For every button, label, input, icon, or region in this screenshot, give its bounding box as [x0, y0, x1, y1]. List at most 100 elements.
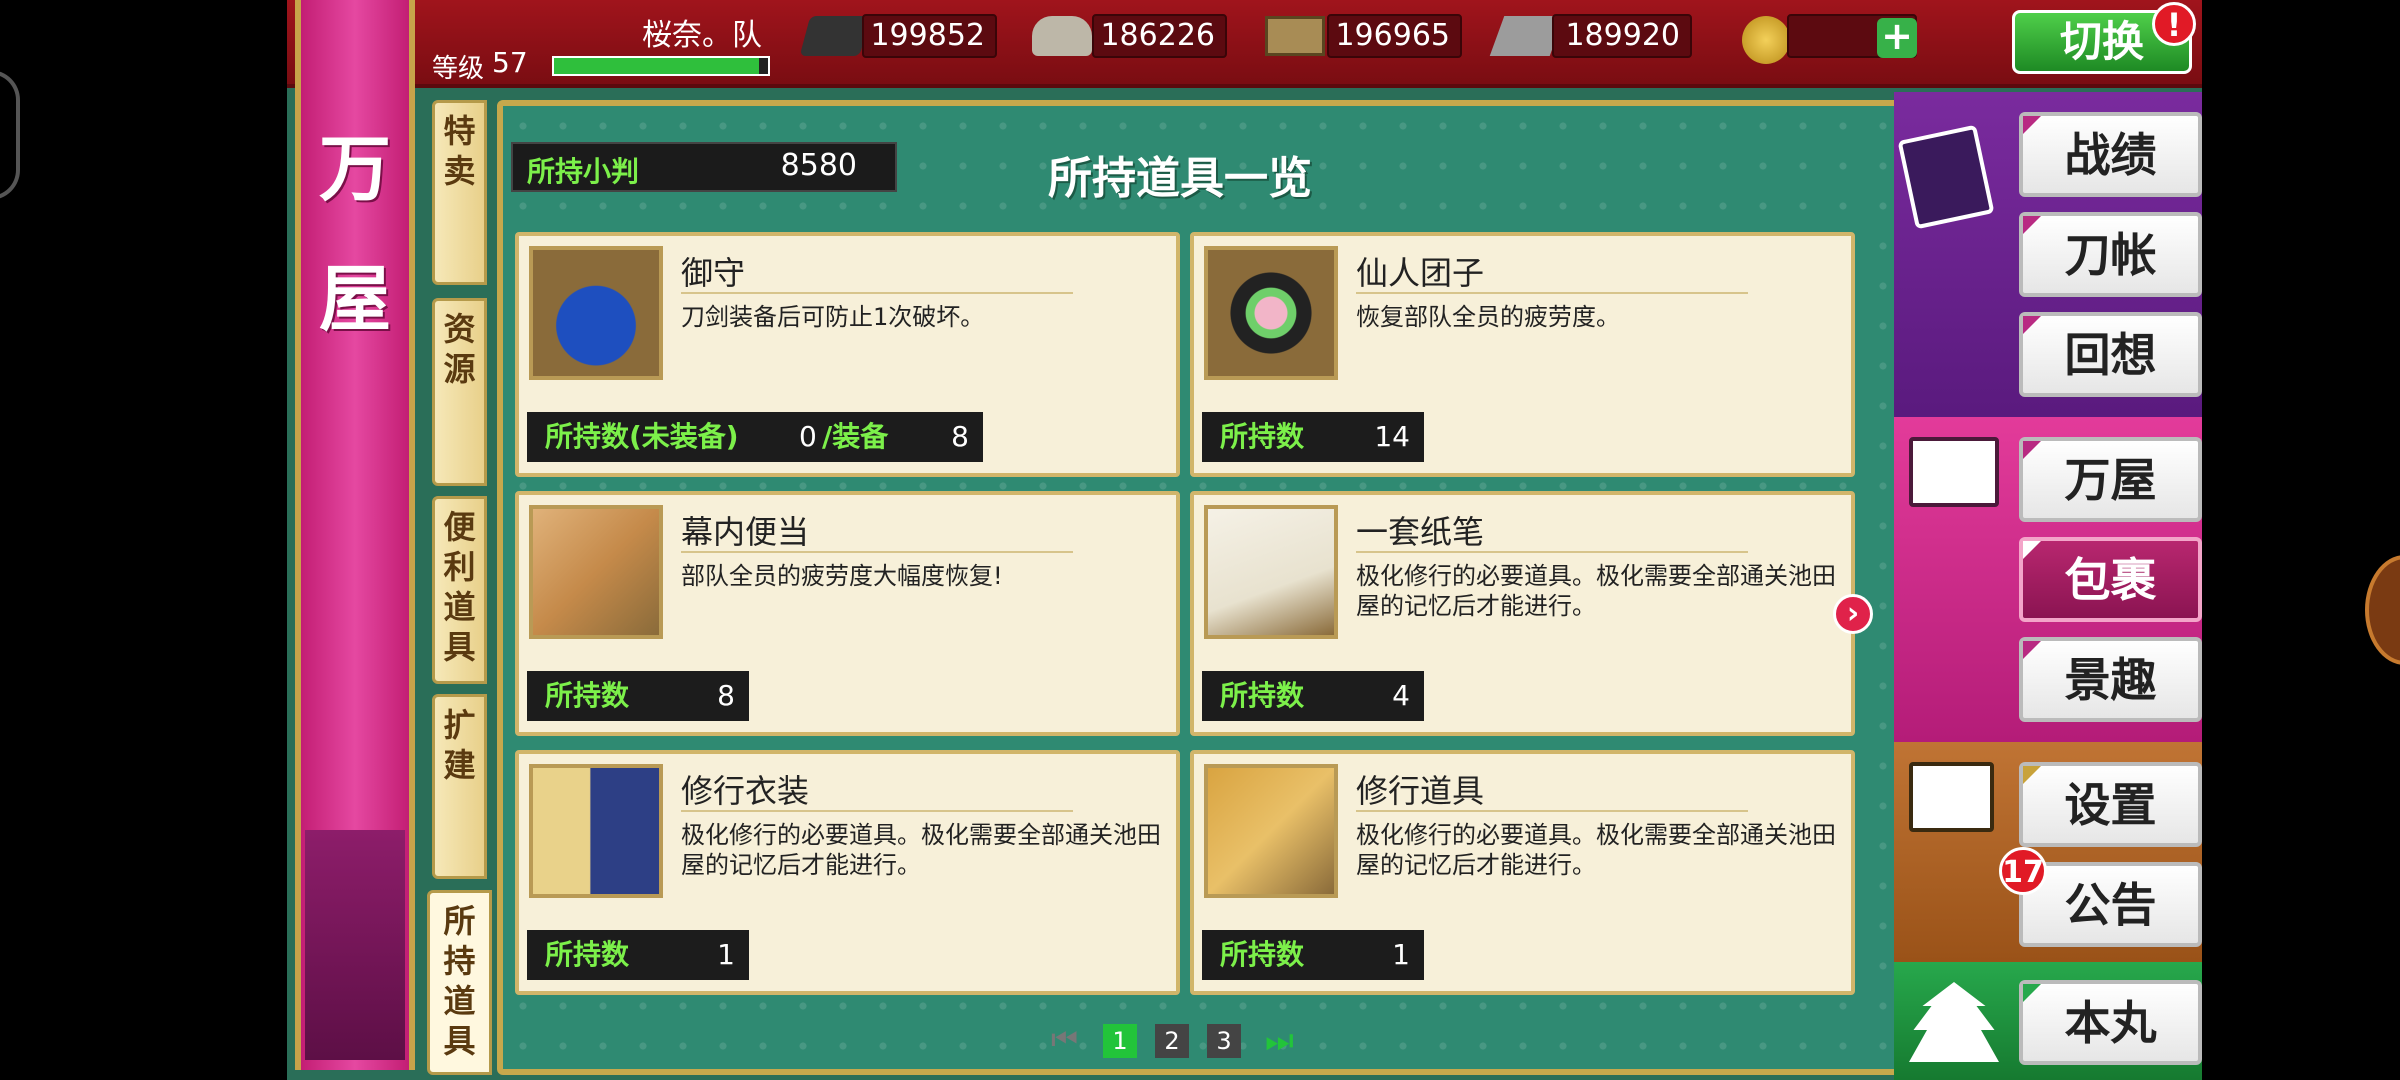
page-2-button[interactable]: 2 — [1155, 1024, 1189, 1058]
item-count-bar: 所持数 4 — [1202, 671, 1424, 721]
game-screen: 桜奈。队 等级 57 199852 186226 196965 189920 0… — [287, 0, 2202, 1080]
dango-icon — [1204, 246, 1338, 380]
count-label: 所持数 — [1220, 679, 1305, 712]
home-label: 本丸 — [2064, 996, 2157, 1050]
add-coin-button[interactable]: + — [1877, 17, 1917, 58]
item-card[interactable]: 修行衣装 极化修行的必要道具。极化需要全部通关池田屋的记忆后才能进行。 所持数 … — [515, 750, 1180, 995]
item-description: 极化修行的必要道具。极化需要全部通关池田屋的记忆后才能进行。 — [1356, 821, 1836, 879]
count-value: 0 — [799, 420, 817, 453]
shop-button[interactable]: 万屋 — [2019, 437, 2202, 522]
koban-box: 所持小判 8580 — [511, 142, 897, 192]
item-card[interactable]: 一套纸笔 极化修行的必要道具。极化需要全部通关池田屋的记忆后才能进行。 所持数 … — [1190, 491, 1855, 736]
count-label: 所持数(未装备) — [545, 420, 739, 453]
player-name: 桜奈。队 — [642, 18, 762, 53]
koban-label: 所持小判 — [527, 155, 640, 188]
count-value: 4 — [1392, 679, 1410, 712]
records-label: 战绩 — [2064, 128, 2157, 182]
count-label: 所持数 — [545, 938, 630, 971]
next-page-arrow-icon[interactable]: › — [1833, 594, 1873, 634]
tab-expansion[interactable]: 扩建 — [432, 694, 487, 879]
item-card[interactable]: 幕内便当 部队全员的疲劳度大幅度恢复! 所持数 8 — [515, 491, 1180, 736]
training-outfit-icon — [529, 764, 663, 898]
item-name: 一套纸笔 — [1356, 513, 1485, 551]
home-button[interactable]: 本丸 — [2019, 980, 2202, 1065]
coolant-icon — [1265, 16, 1325, 56]
count-label: 所持数 — [545, 679, 630, 712]
koban-value: 8580 — [780, 148, 857, 183]
shop-label: 万屋 — [2064, 453, 2157, 507]
item-card[interactable]: 修行道具 极化修行的必要道具。极化需要全部通关池田屋的记忆后才能进行。 所持数 … — [1190, 750, 1855, 995]
settings-button[interactable]: 设置 — [2019, 762, 2202, 847]
omamori-icon — [529, 246, 663, 380]
right-menu: 战绩 刀帐 回想 万屋 包裹 景趣 设置 公告 17 本丸 — [1894, 92, 2202, 1080]
equip-label: /装备 — [822, 420, 889, 453]
item-name: 修行道具 — [1356, 772, 1485, 810]
item-count-bar: 所持数 1 — [527, 930, 749, 980]
page-3-button[interactable]: 3 — [1207, 1024, 1241, 1058]
item-name: 修行衣装 — [681, 772, 810, 810]
resource-steel: 186226 — [1092, 14, 1227, 58]
tab-owned-items[interactable]: 所持道具 — [427, 890, 492, 1075]
alert-icon: ! — [2152, 2, 2196, 46]
count-label: 所持数 — [1220, 420, 1305, 453]
resource-whetstone: 189920 — [1552, 14, 1692, 58]
item-name: 仙人团子 — [1356, 254, 1485, 292]
steel-icon — [1032, 16, 1092, 56]
panel-title: 所持道具一览 — [1048, 153, 1312, 204]
item-card[interactable]: 御守 刀剑装备后可防止1次破坏。 所持数(未装备) 0 /装备 8 — [515, 232, 1180, 477]
page-1-button[interactable]: 1 — [1103, 1024, 1137, 1058]
banner-curtain-decoration — [305, 830, 405, 1060]
count-label: 所持数 — [1220, 938, 1305, 971]
switch-label: 切换 — [2059, 17, 2144, 66]
item-divider — [681, 292, 1073, 294]
tab-convenience-items[interactable]: 便利道具 — [432, 496, 487, 684]
resource-charcoal: 199852 — [862, 14, 997, 58]
right-edge-handle[interactable] — [2365, 555, 2400, 665]
count-value: 8 — [717, 679, 735, 712]
bento-icon — [529, 505, 663, 639]
item-count-bar: 所持数 8 — [527, 671, 749, 721]
item-name: 幕内便当 — [681, 513, 810, 551]
banner-char-2: 屋 — [319, 256, 392, 341]
package-label: 包裹 — [2064, 553, 2157, 607]
top-bar: 桜奈。队 等级 57 199852 186226 196965 189920 0… — [287, 0, 2202, 88]
equip-value: 8 — [951, 420, 969, 453]
item-count-bar: 所持数(未装备) 0 /装备 8 — [527, 412, 983, 462]
paper-brush-icon — [1204, 505, 1338, 639]
item-card[interactable]: 仙人团子 恢复部队全员的疲劳度。 所持数 14 — [1190, 232, 1855, 477]
item-divider — [1356, 810, 1748, 812]
memories-label: 回想 — [2064, 328, 2157, 382]
memories-button[interactable]: 回想 — [2019, 312, 2202, 397]
item-description: 极化修行的必要道具。极化需要全部通关池田屋的记忆后才能进行。 — [681, 821, 1161, 879]
item-name: 御守 — [681, 254, 746, 292]
item-description: 极化修行的必要道具。极化需要全部通关池田屋的记忆后才能进行。 — [1356, 562, 1836, 620]
last-page-icon[interactable]: ⏭ — [1265, 1022, 1305, 1058]
count-value: 14 — [1374, 420, 1410, 453]
item-count-bar: 所持数 14 — [1202, 412, 1424, 462]
notice-label: 公告 — [2064, 878, 2157, 932]
item-divider — [681, 810, 1073, 812]
package-button[interactable]: 包裹 — [2019, 537, 2202, 622]
tab-resources[interactable]: 资源 — [432, 298, 487, 486]
notice-badge: 17 — [1999, 847, 2047, 895]
sword-ledger-button[interactable]: 刀帐 — [2019, 212, 2202, 297]
resource-coolant: 196965 — [1327, 14, 1462, 58]
settings-label: 设置 — [2064, 778, 2157, 832]
scenery-button[interactable]: 景趣 — [2019, 637, 2202, 722]
item-divider — [681, 551, 1073, 553]
count-value: 1 — [717, 938, 735, 971]
tab-sale[interactable]: 特卖 — [432, 100, 487, 285]
notice-board-icon — [1909, 762, 1994, 832]
item-divider — [1356, 551, 1748, 553]
level-label: 等级 — [432, 54, 485, 84]
records-button[interactable]: 战绩 — [2019, 112, 2202, 197]
item-description: 部队全员的疲劳度大幅度恢复! — [681, 562, 1003, 590]
exp-bar — [552, 56, 770, 76]
item-description: 刀剑装备后可防止1次破坏。 — [681, 303, 985, 331]
first-page-icon[interactable]: ⏮ — [1051, 1022, 1087, 1058]
level-value: 57 — [492, 46, 528, 79]
left-edge-handle — [0, 70, 20, 200]
item-description: 恢复部队全员的疲劳度。 — [1356, 303, 1620, 331]
item-divider — [1356, 292, 1748, 294]
coin-icon — [1742, 16, 1790, 64]
